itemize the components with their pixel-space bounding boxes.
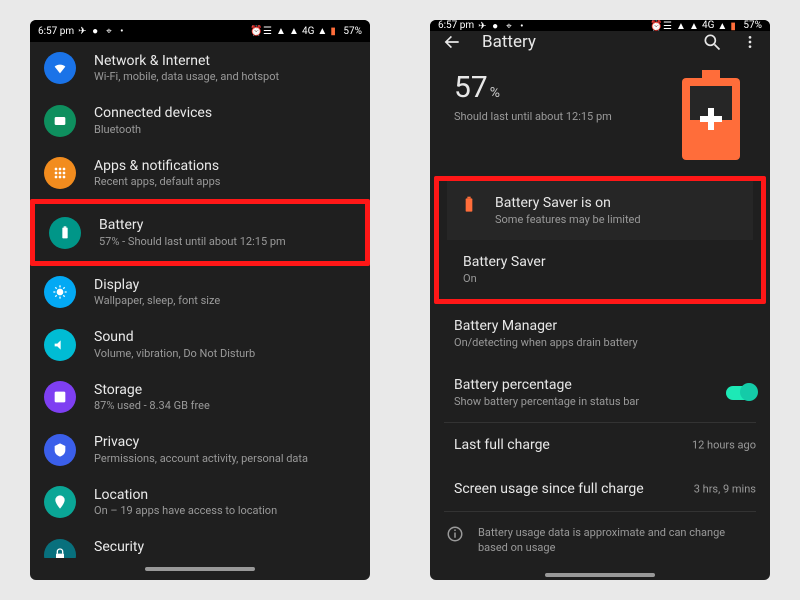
signal3-icon: ▲ bbox=[317, 26, 327, 36]
gesture-nav[interactable] bbox=[430, 570, 770, 580]
battery-pct: 57% bbox=[343, 26, 362, 37]
devices-icon bbox=[44, 105, 76, 137]
signal-icon: ▲ bbox=[676, 21, 686, 31]
gesture-nav[interactable] bbox=[30, 558, 370, 580]
status-bar: 6:57 pm ✈ ● ⌖ • ⏰ ☰ ▲ ▲ 4G ▲ ▮ 57% bbox=[30, 20, 370, 42]
battery-note: Battery usage data is approximate and ca… bbox=[430, 511, 770, 570]
settings-item-connected[interactable]: Connected devicesBluetooth bbox=[30, 94, 370, 146]
sound-icon bbox=[44, 329, 76, 361]
telegram-icon: ✈ bbox=[78, 26, 88, 36]
screen-usage-value: 3 hrs, 9 mins bbox=[694, 482, 756, 495]
storage-icon bbox=[44, 381, 76, 413]
settings-item-privacy[interactable]: PrivacyPermissions, account activity, pe… bbox=[30, 423, 370, 475]
status-time: 6:57 pm bbox=[438, 20, 474, 31]
battery-manager-row[interactable]: Battery Manager On/detecting when apps d… bbox=[430, 304, 770, 363]
battery-saver-on-row[interactable]: Battery Saver is on Some features may be… bbox=[447, 181, 753, 240]
more-notif-icon: • bbox=[120, 26, 130, 36]
pct-unit: % bbox=[490, 85, 500, 101]
alarm-icon: ⏰ bbox=[650, 21, 660, 31]
settings-item-security[interactable]: SecurityScreen lock, fingerprint bbox=[30, 528, 370, 558]
signal-icon: ▲ bbox=[276, 26, 286, 36]
network-type: 4G bbox=[302, 26, 314, 37]
battery-graphic-icon bbox=[676, 70, 746, 162]
location-status-icon: ⌖ bbox=[506, 21, 516, 31]
highlight-battery-row: Battery57% - Should last until about 12:… bbox=[30, 199, 370, 265]
settings-screen: 6:57 pm ✈ ● ⌖ • ⏰ ☰ ▲ ▲ 4G ▲ ▮ 57% Netwo… bbox=[30, 20, 370, 580]
settings-item-display[interactable]: DisplayWallpaper, sleep, font size bbox=[30, 266, 370, 318]
signal3-icon: ▲ bbox=[717, 21, 727, 31]
search-icon[interactable] bbox=[702, 32, 722, 52]
signal2-icon: ▲ bbox=[289, 26, 299, 36]
whatsapp-icon: ● bbox=[92, 26, 102, 36]
apps-icon bbox=[44, 157, 76, 189]
battery-screen: 6:57 pm ✈ ● ⌖ • ⏰ ☰ ▲ ▲ 4G ▲ ▮ 57% Batte… bbox=[430, 20, 770, 580]
battery-estimate: Should last until about 12:15 pm bbox=[454, 109, 612, 124]
settings-item-apps[interactable]: Apps & notificationsRecent apps, default… bbox=[30, 147, 370, 199]
battery-saver-small-icon bbox=[459, 195, 479, 215]
battery-icon: ▮ bbox=[330, 26, 340, 36]
battery-percentage: 57 bbox=[454, 70, 488, 105]
telegram-icon: ✈ bbox=[478, 21, 488, 31]
overflow-icon[interactable] bbox=[742, 32, 758, 52]
wifi-icon bbox=[44, 52, 76, 84]
whatsapp-icon: ● bbox=[492, 21, 502, 31]
more-notif-icon: • bbox=[520, 21, 530, 31]
security-icon bbox=[44, 539, 76, 558]
settings-item-battery[interactable]: Battery57% - Should last until about 12:… bbox=[35, 204, 365, 260]
screen-usage-row[interactable]: Screen usage since full charge 3 hrs, 9 … bbox=[430, 467, 770, 511]
battery-hero[interactable]: 57% Should last until about 12:15 pm bbox=[430, 52, 770, 176]
alarm-icon: ⏰ bbox=[250, 26, 260, 36]
battery-icon: ▮ bbox=[730, 21, 740, 31]
highlight-saver-block: Battery Saver is on Some features may be… bbox=[434, 176, 766, 304]
display-icon bbox=[44, 276, 76, 308]
note-text: Battery usage data is approximate and ca… bbox=[478, 525, 754, 556]
battery-percentage-toggle[interactable] bbox=[726, 386, 756, 400]
last-charge-value: 12 hours ago bbox=[692, 438, 756, 451]
location-icon bbox=[44, 486, 76, 518]
page-title: Battery bbox=[482, 32, 682, 52]
back-icon[interactable] bbox=[442, 32, 462, 52]
location-status-icon: ⌖ bbox=[106, 26, 116, 36]
status-bar: 6:57 pm ✈ ● ⌖ • ⏰ ☰ ▲ ▲ 4G ▲ ▮ 57% bbox=[430, 20, 770, 31]
info-icon bbox=[446, 525, 464, 543]
settings-item-network[interactable]: Network & InternetWi-Fi, mobile, data us… bbox=[30, 42, 370, 94]
last-full-charge-row[interactable]: Last full charge 12 hours ago bbox=[430, 423, 770, 467]
volte-icon: ☰ bbox=[663, 21, 673, 31]
network-type: 4G bbox=[702, 20, 714, 31]
settings-item-sound[interactable]: SoundVolume, vibration, Do Not Disturb bbox=[30, 318, 370, 370]
signal2-icon: ▲ bbox=[689, 21, 699, 31]
settings-item-location[interactable]: LocationOn – 19 apps have access to loca… bbox=[30, 476, 370, 528]
settings-list[interactable]: Network & InternetWi-Fi, mobile, data us… bbox=[30, 42, 370, 558]
volte-icon: ☰ bbox=[263, 26, 273, 36]
battery-percentage-row[interactable]: Battery percentage Show battery percenta… bbox=[430, 363, 770, 422]
privacy-icon bbox=[44, 434, 76, 466]
status-time: 6:57 pm bbox=[38, 26, 74, 37]
battery-pct: 57% bbox=[743, 20, 762, 31]
app-bar: Battery bbox=[430, 31, 770, 52]
settings-item-storage[interactable]: Storage87% used - 8.34 GB free bbox=[30, 371, 370, 423]
battery-icon bbox=[49, 217, 81, 249]
battery-saver-row[interactable]: Battery Saver On bbox=[439, 240, 761, 299]
